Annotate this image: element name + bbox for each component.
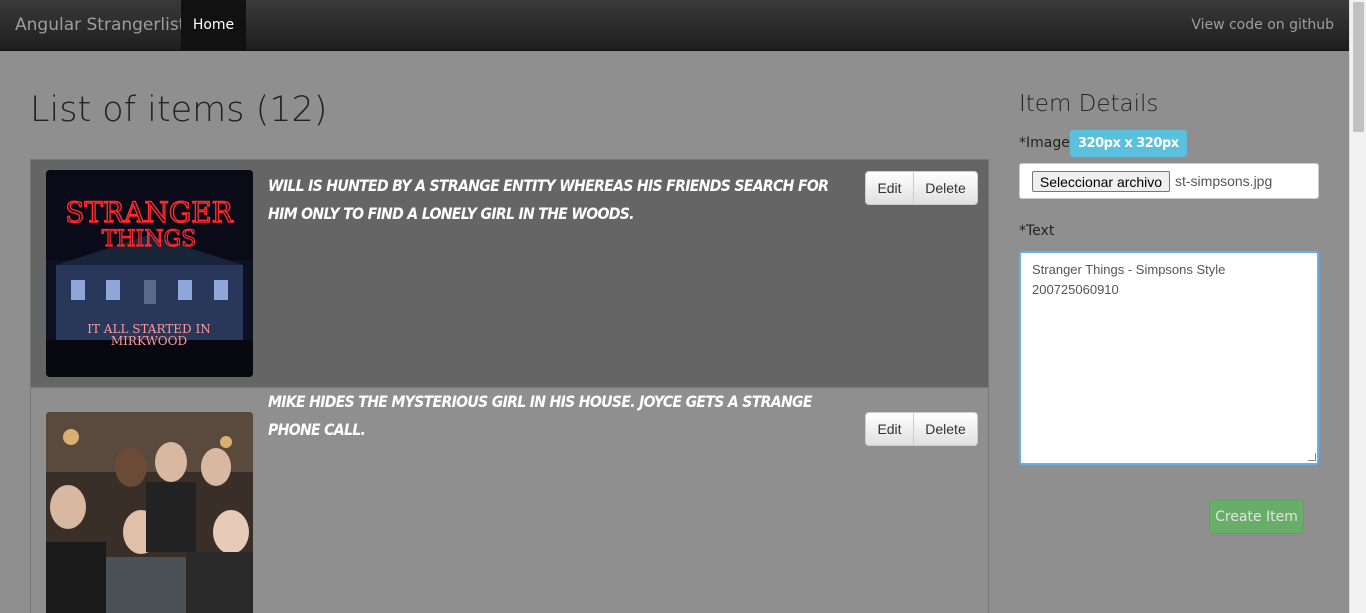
item-actions: Edit Delete	[865, 412, 978, 446]
edit-button[interactable]: Edit	[865, 412, 914, 446]
caption-line-2: MIRKWOOD	[111, 334, 187, 348]
item-image: STRANGER THINGS IT ALL STARTED IN MIRKWO…	[46, 170, 253, 377]
navbar: Angular Strangerlist Home View code on g…	[0, 0, 1349, 51]
delete-button[interactable]: Delete	[914, 171, 978, 205]
file-name: st-simpsons.jpg	[1175, 173, 1273, 189]
edit-button[interactable]: Edit	[865, 171, 914, 205]
item-image	[46, 412, 253, 613]
resize-grip-icon[interactable]	[1308, 453, 1316, 461]
delete-button[interactable]: Delete	[914, 412, 978, 446]
list-item[interactable]: STRANGER THINGS IT ALL STARTED IN MIRKWO…	[31, 160, 988, 388]
choose-file-button[interactable]: Seleccionar archivo	[1032, 171, 1170, 192]
file-input[interactable]: Seleccionar archivo st-simpsons.jpg	[1019, 163, 1319, 199]
create-item-button[interactable]: Create Item	[1209, 500, 1304, 534]
nav-home-link[interactable]: Home	[181, 0, 246, 50]
item-text: Will is hunted by a strange entity where…	[268, 176, 829, 223]
image-label: *Image	[1019, 135, 1070, 151]
items-list: STRANGER THINGS IT ALL STARTED IN MIRKWO…	[30, 159, 989, 613]
size-badge: 320px x 320px	[1070, 130, 1187, 157]
item-actions: Edit Delete	[865, 171, 978, 205]
list-item[interactable]: Mike hides the mysterious girl in his ho…	[31, 388, 988, 613]
item-text: Mike hides the mysterious girl in his ho…	[268, 392, 813, 439]
page-scrollbar[interactable]	[1349, 0, 1366, 613]
details-title: Item Details	[1019, 91, 1159, 117]
brand-link[interactable]: Angular Strangerlist	[15, 15, 185, 35]
github-link[interactable]: View code on github	[1191, 17, 1334, 33]
sign-text-top: STRANGER	[65, 196, 233, 229]
sign-text-bottom: THINGS	[102, 227, 196, 252]
text-label: *Text	[1019, 223, 1055, 239]
scrollbar-thumb[interactable]	[1353, 2, 1364, 132]
list-title: List of items (12)	[30, 90, 328, 130]
text-textarea[interactable]: Stranger Things - Simpsons Style 2007250…	[1019, 251, 1319, 465]
